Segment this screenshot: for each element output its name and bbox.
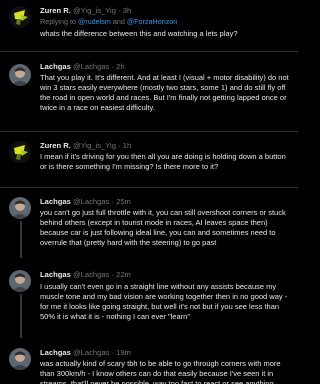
avatar-lachgas[interactable]	[9, 270, 31, 292]
author-handle[interactable]: @Yig_is_Yig	[73, 6, 116, 15]
tweet-header: Zuren R. @Yig_is_Yig · 3h	[40, 6, 131, 16]
avatar-lachgas[interactable]	[9, 197, 31, 219]
person-avatar-icon	[11, 67, 29, 86]
chick-avatar-icon	[14, 10, 28, 25]
timestamp[interactable]: 3h	[123, 6, 131, 15]
avatar-zuren[interactable]	[9, 6, 31, 28]
tweet-text: was actually kind of scary tbh to be abl…	[40, 359, 281, 384]
author-name[interactable]: Lachgas	[40, 62, 71, 71]
tweet-1[interactable]: Zuren R. @Yig_is_Yig · 3h Replying to @r…	[0, 0, 298, 48]
tweet-text: I usually can't even go in a straight li…	[40, 282, 288, 322]
avatar-lachgas[interactable]	[9, 348, 31, 370]
tweet-text: whats the difference between this and wa…	[40, 29, 238, 38]
thread-line	[19, 294, 22, 338]
author-handle[interactable]: @Lachgas	[73, 348, 109, 357]
reply-prefix: Replying to	[40, 17, 76, 26]
tweet-3[interactable]: Zuren R. @Yig_is_Yig · 1h I mean if it's…	[0, 132, 298, 186]
author-name[interactable]: Zuren R.	[40, 6, 71, 15]
thread-line	[19, 221, 22, 258]
tweet-6[interactable]: Lachgas @Lachgas · 19m was actually kind…	[0, 342, 298, 384]
separator: ·	[115, 6, 123, 15]
tweet-text: That you play it. It's different. And at…	[40, 73, 289, 113]
author-handle[interactable]: @Lachgas	[73, 270, 109, 279]
person-avatar-icon	[11, 273, 29, 292]
avatar-zuren[interactable]	[9, 141, 31, 163]
tweet-text: you can't go just full throttle with it,…	[40, 208, 286, 248]
mention-link[interactable]: @rudelsm	[78, 17, 111, 26]
reply-and: and	[112, 17, 125, 26]
author-handle[interactable]: @Lachgas	[73, 197, 109, 206]
separator: ·	[115, 141, 123, 150]
reply-context: Replying to @rudelsm and @ForzaHorizon	[40, 17, 177, 26]
timestamp[interactable]: 2h	[116, 62, 124, 71]
mention-link[interactable]: @ForzaHorizon	[127, 17, 177, 26]
avatar-lachgas[interactable]	[9, 64, 31, 86]
tweet-2[interactable]: Lachgas @Lachgas · 2h That you play it. …	[0, 52, 298, 132]
author-name[interactable]: Zuren R.	[40, 141, 71, 150]
timestamp[interactable]: 22m	[116, 270, 131, 279]
tweet-5[interactable]: Lachgas @Lachgas · 22m I usually can't e…	[0, 262, 298, 338]
timestamp[interactable]: 1h	[123, 141, 131, 150]
timestamp[interactable]: 19m	[116, 348, 131, 357]
tweet-header: Lachgas @Lachgas · 2h	[40, 62, 125, 72]
tweet-header: Lachgas @Lachgas · 22m	[40, 270, 131, 280]
author-handle[interactable]: @Lachgas	[73, 62, 109, 71]
tweet-text: I mean if it's driving for you then all …	[40, 152, 286, 172]
timestamp[interactable]: 25m	[116, 197, 131, 206]
person-avatar-icon	[11, 200, 29, 219]
author-name[interactable]: Lachgas	[40, 348, 71, 357]
chick-avatar-icon	[14, 145, 28, 160]
author-handle[interactable]: @Yig_is_Yig	[73, 141, 116, 150]
author-name[interactable]: Lachgas	[40, 270, 71, 279]
tweet-header: Lachgas @Lachgas · 19m	[40, 348, 131, 358]
tweet-header: Lachgas @Lachgas · 25m	[40, 197, 131, 207]
person-avatar-icon	[11, 351, 29, 370]
author-name[interactable]: Lachgas	[40, 197, 71, 206]
tweet-header: Zuren R. @Yig_is_Yig · 1h	[40, 141, 131, 151]
tweet-4[interactable]: Lachgas @Lachgas · 25m you can't go just…	[0, 188, 298, 258]
